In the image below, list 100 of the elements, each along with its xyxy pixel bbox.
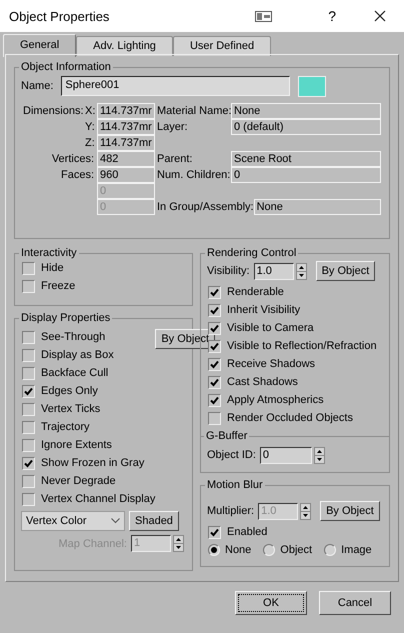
checkbox[interactable] — [22, 492, 35, 506]
checkbox-label: Apply Atmospherics — [227, 394, 324, 406]
help-button[interactable]: ? — [328, 8, 336, 24]
radio-label: None — [225, 544, 252, 556]
checkbox-label: Never Degrade — [41, 475, 116, 487]
tab[interactable]: General — [3, 34, 76, 57]
checkbox-label: Hide — [41, 262, 64, 274]
text-field[interactable]: None — [254, 199, 381, 215]
tab[interactable]: User Defined — [172, 36, 272, 56]
field-label: Num. Children: — [156, 169, 231, 181]
group-title: Object Information — [20, 61, 112, 73]
radio-button[interactable] — [324, 544, 336, 556]
window-icon[interactable] — [255, 10, 272, 22]
checkbox-label: Cast Shadows — [227, 376, 298, 388]
checkbox[interactable] — [22, 366, 35, 380]
by-object-button[interactable]: By Object — [320, 501, 380, 521]
text-field[interactable]: 114.737mr — [97, 103, 155, 119]
radio-label: Image — [341, 544, 372, 556]
tab[interactable]: Adv. Lighting — [76, 36, 173, 56]
text-field[interactable]: 114.737mr — [97, 135, 155, 151]
field-label: In Group/Assembly: — [156, 201, 254, 213]
checkbox[interactable] — [22, 474, 35, 488]
checkbox[interactable] — [22, 262, 35, 274]
checkbox-label: See-Through — [41, 331, 106, 343]
field-label: Multiplier: — [207, 505, 254, 517]
text-field[interactable]: 0 (default) — [231, 119, 381, 135]
by-object-button[interactable]: By Object — [316, 261, 376, 281]
group-title: Rendering Control — [206, 247, 298, 259]
checkbox-label: Render Occluded Objects — [227, 412, 353, 424]
checkbox-label: Backface Cull — [41, 367, 108, 379]
checkbox-label: Vertex Channel Display — [41, 493, 156, 505]
group-title: Display Properties — [20, 312, 112, 324]
checkbox[interactable] — [208, 376, 221, 388]
field-label: Dimensions: — [22, 105, 83, 117]
checkbox[interactable] — [22, 420, 35, 434]
checkbox[interactable] — [22, 280, 35, 292]
ok-button[interactable]: OK — [235, 591, 307, 615]
spinner-arrows-icon[interactable] — [173, 535, 184, 552]
checkbox[interactable] — [22, 384, 35, 398]
shaded-button[interactable]: Shaded — [129, 511, 179, 531]
field-label: Visibility: — [207, 265, 250, 277]
close-icon[interactable] — [374, 10, 386, 22]
checkbox-label: Ignore Extents — [41, 439, 112, 451]
checkbox[interactable] — [208, 304, 221, 316]
text-field[interactable]: None — [231, 103, 381, 119]
caret-icon[interactable] — [111, 518, 120, 524]
field-label: Parent: — [156, 153, 194, 165]
field-label: Material Name: — [156, 105, 231, 117]
text-field[interactable]: 0 — [231, 167, 381, 183]
checkbox[interactable] — [208, 286, 221, 298]
checkbox[interactable] — [208, 412, 221, 424]
checkbox[interactable] — [22, 330, 35, 344]
checkbox-label: Edges Only — [41, 385, 98, 397]
field-label: Name: — [21, 80, 54, 92]
checkbox[interactable] — [208, 322, 221, 334]
name-field[interactable]: Sphere001 — [61, 76, 290, 96]
checkbox-label: Inherit Visibility — [227, 304, 300, 316]
group-title: Interactivity — [20, 247, 78, 259]
spinner-arrows-icon[interactable] — [296, 262, 307, 280]
radio-label: Object — [280, 544, 312, 556]
checkbox-label: Show Frozen in Gray — [41, 457, 144, 469]
field-label: Faces: — [60, 169, 95, 181]
dropdown[interactable]: Vertex Color — [21, 511, 125, 531]
checkbox-label: Receive Shadows — [227, 358, 316, 370]
checkbox[interactable] — [22, 456, 35, 470]
text-field[interactable]: 482 — [97, 151, 155, 167]
field-label: Object ID: — [207, 449, 256, 461]
by-object-button[interactable]: By Object — [155, 329, 216, 349]
axis-label: Y: — [84, 121, 96, 133]
window-title: Object Properties — [9, 8, 110, 24]
field-label: Vertices: — [50, 153, 95, 165]
text-field[interactable]: 960 — [97, 167, 155, 183]
checkbox-label: Display as Box — [41, 349, 114, 361]
spinner-arrows-icon[interactable] — [314, 446, 325, 464]
group-title: G-Buffer — [201, 429, 389, 443]
checkbox-label: Enabled — [227, 526, 268, 538]
field-label: Layer: — [156, 121, 189, 133]
text-field[interactable]: 1.0 — [254, 262, 294, 280]
checkbox-label: Vertex Ticks — [41, 403, 100, 415]
checkbox[interactable] — [208, 358, 221, 370]
checkbox[interactable] — [208, 340, 221, 352]
checkbox[interactable] — [208, 394, 221, 406]
checkbox[interactable] — [208, 526, 221, 538]
checkbox-label: Visible to Reflection/Refraction — [227, 340, 377, 352]
checkbox[interactable] — [22, 402, 35, 416]
checkbox-label: Trajectory — [41, 421, 90, 433]
checkbox[interactable] — [22, 348, 35, 362]
axis-label: X: — [84, 105, 96, 117]
group-title: Motion Blur — [206, 479, 264, 491]
checkbox-label: Freeze — [41, 280, 76, 292]
cancel-button[interactable]: Cancel — [319, 591, 391, 615]
text-field[interactable]: 0 — [260, 446, 312, 464]
spinner-arrows-icon[interactable] — [300, 502, 312, 520]
text-field[interactable]: 114.737mr — [97, 119, 155, 135]
color-swatch[interactable] — [298, 76, 326, 96]
radio-button[interactable] — [263, 544, 276, 556]
axis-label: Z: — [84, 137, 96, 149]
checkbox[interactable] — [22, 438, 35, 452]
text-field[interactable]: Scene Root — [231, 151, 381, 167]
radio-button[interactable] — [208, 544, 220, 556]
